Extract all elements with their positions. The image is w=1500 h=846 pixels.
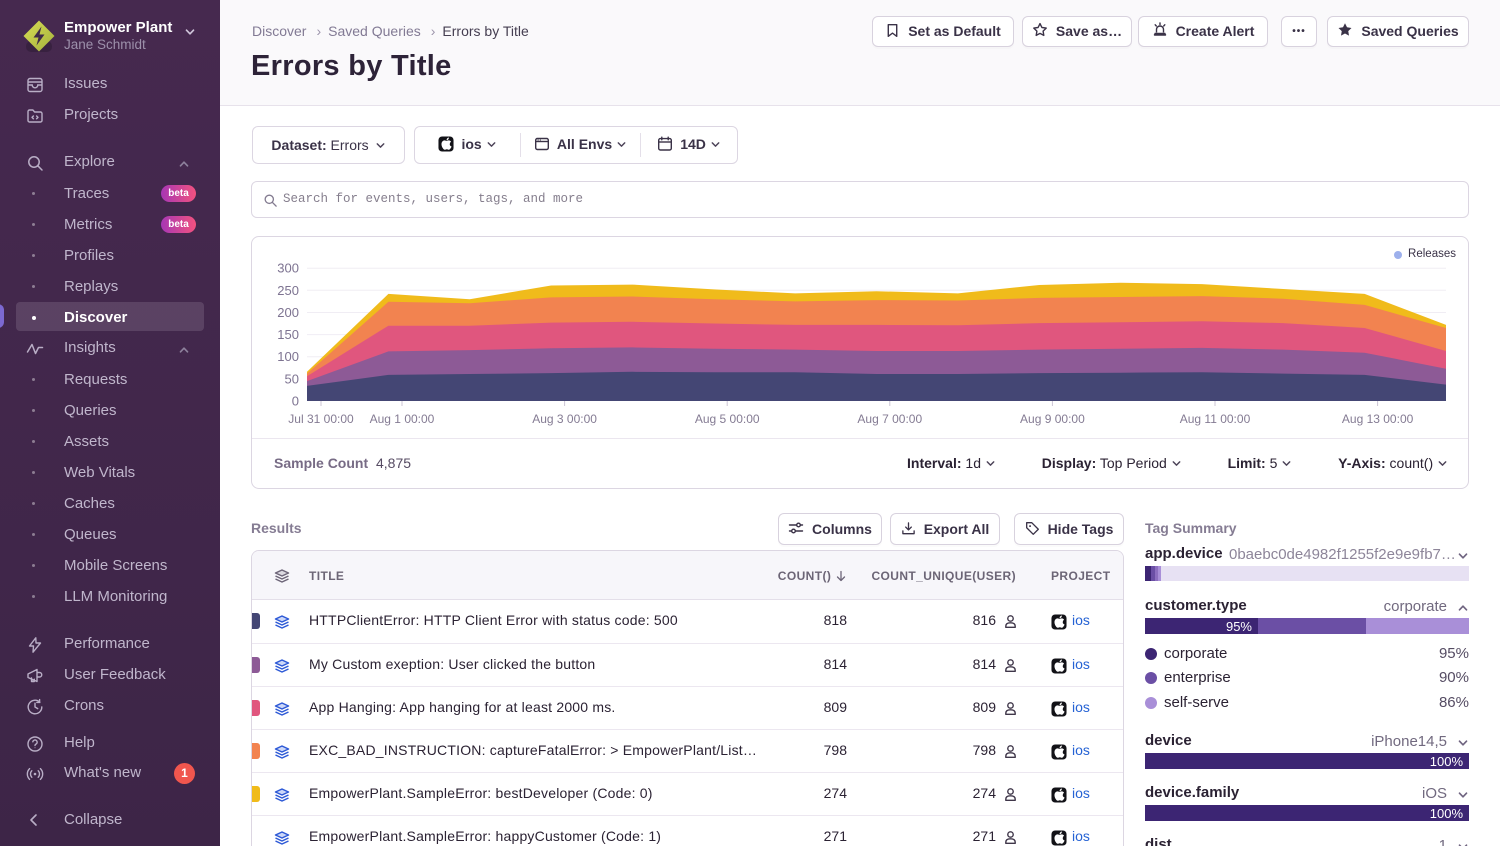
svg-text:100: 100 [277,349,299,364]
svg-text:Aug 11 00:00: Aug 11 00:00 [1180,412,1251,426]
svg-text:Aug 1 00:00: Aug 1 00:00 [370,412,435,426]
svg-text:150: 150 [277,327,299,342]
svg-text:Jul 31 00:00: Jul 31 00:00 [288,412,354,426]
svg-text:250: 250 [277,283,299,298]
svg-text:300: 300 [277,261,299,276]
svg-text:200: 200 [277,305,299,320]
svg-text:Aug 9 00:00: Aug 9 00:00 [1020,412,1085,426]
svg-text:Aug 7 00:00: Aug 7 00:00 [857,412,922,426]
svg-text:Aug 5 00:00: Aug 5 00:00 [695,412,760,426]
svg-text:Aug 3 00:00: Aug 3 00:00 [532,412,597,426]
svg-text:50: 50 [285,371,299,386]
svg-text:Aug 13 00:00: Aug 13 00:00 [1342,412,1414,426]
svg-text:0: 0 [292,394,299,409]
